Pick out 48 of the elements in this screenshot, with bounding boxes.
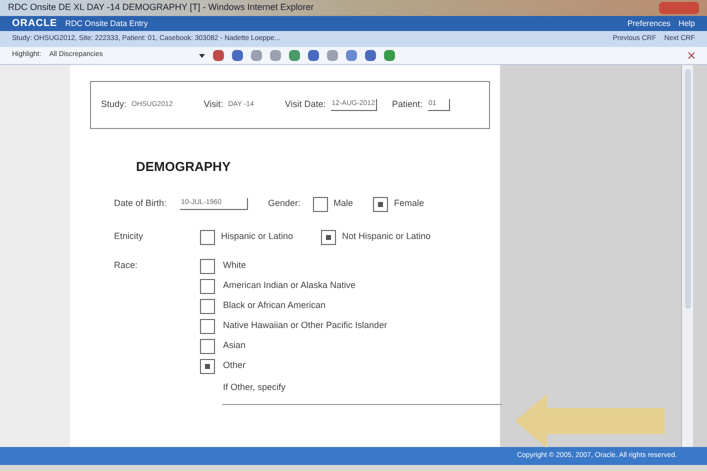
toolbar-icon[interactable]: [289, 50, 300, 61]
checkbox[interactable]: [200, 318, 215, 334]
field-label: Date of Birth:: [114, 197, 168, 210]
toolbar-icon[interactable]: [213, 50, 224, 61]
field-label: Gender:: [268, 197, 301, 210]
field-label: Study:: [101, 98, 127, 112]
toolbar-icon[interactable]: [327, 50, 338, 61]
toolbar-icon[interactable]: [251, 50, 262, 61]
header-link[interactable]: Help: [678, 18, 695, 30]
option-label: Other: [223, 359, 246, 372]
field-label: Visit Date:: [284, 98, 326, 112]
field-label: Race:: [114, 258, 139, 270]
option-label: Female: [394, 197, 424, 210]
arrow-icon: [515, 394, 665, 448]
toolbar-icon[interactable]: [232, 50, 244, 61]
checkbox[interactable]: [200, 358, 215, 374]
checkbox[interactable]: [200, 338, 215, 354]
option-label: Native Hawaiian or Other Pacific Islander: [223, 319, 388, 332]
option-label: Black or African American: [223, 299, 326, 312]
checkbox[interactable]: [200, 298, 215, 314]
checkbox[interactable]: [321, 230, 336, 244]
toolbar-icon[interactable]: [308, 50, 320, 61]
close-icon[interactable]: [688, 52, 695, 59]
toolbar-icon[interactable]: [365, 50, 376, 61]
checkbox[interactable]: [312, 196, 328, 212]
field-label: Patient:: [392, 98, 423, 112]
header-link[interactable]: Preferences: [627, 18, 671, 30]
toolbar-icon[interactable]: [346, 50, 358, 61]
logo: ORACLE: [12, 17, 58, 31]
option-label: White: [223, 259, 246, 272]
toolbar-icon[interactable]: [270, 50, 282, 61]
form-title: DEMOGRAPHY: [136, 158, 232, 176]
checkbox[interactable]: [373, 196, 388, 212]
app-name: RDC Onsite Data Entry: [65, 18, 148, 30]
checkbox[interactable]: [200, 278, 215, 294]
option-label: Male: [334, 197, 354, 210]
field-label: Visit:: [204, 98, 224, 112]
option-label: Asian: [223, 339, 246, 352]
checkbox[interactable]: [200, 258, 215, 274]
checkbox[interactable]: [200, 230, 215, 244]
field-label: If Other, specify: [223, 380, 287, 394]
field-label: Etnicity: [114, 230, 144, 244]
option-label: Hispanic or Latino: [221, 230, 294, 244]
dropdown-arrow-icon[interactable]: [199, 54, 206, 58]
option-label: Not Hispanic or Latino: [342, 230, 431, 244]
option-label: American Indian or Alaska Native: [223, 279, 356, 292]
toolbar-icon[interactable]: [384, 50, 396, 61]
window-title: RDC Onsite DE XL DAY -14 DEMOGRAPHY [T] - Windows Internet Explorer: [8, 1, 314, 14]
